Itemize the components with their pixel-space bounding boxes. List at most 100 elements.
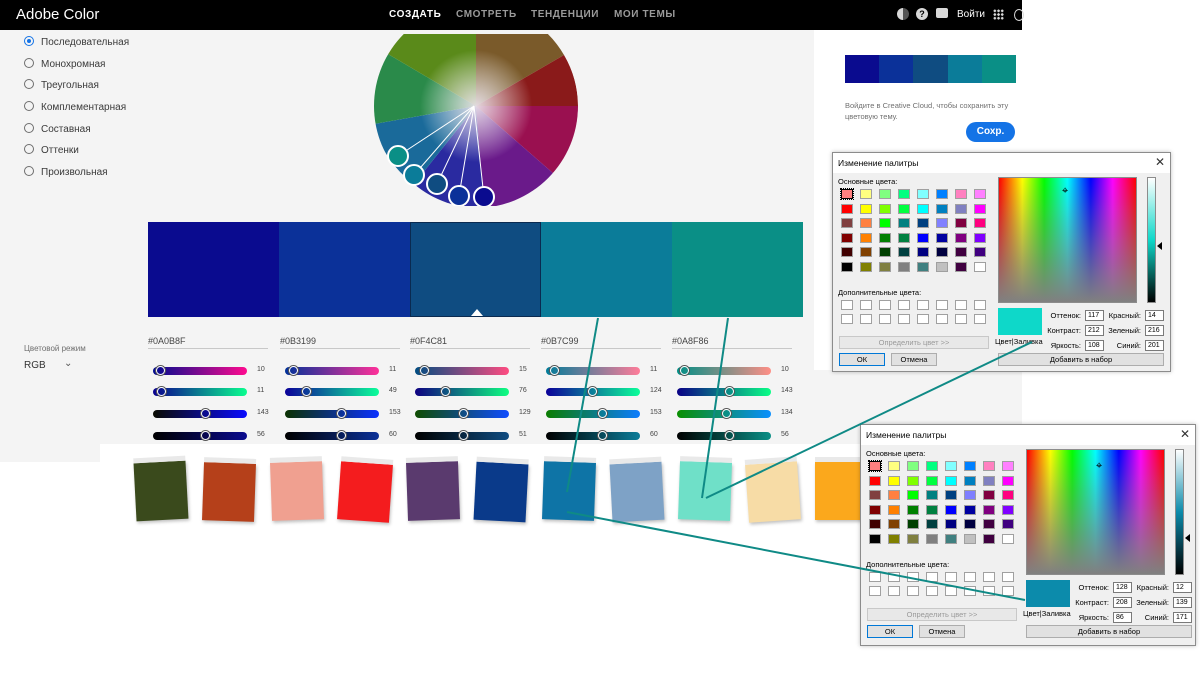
basic-color-cell[interactable] — [879, 189, 891, 199]
red-field[interactable]: 12 — [1173, 582, 1192, 593]
basic-color-cell[interactable] — [879, 203, 891, 214]
slider-knob[interactable] — [458, 409, 468, 418]
green-field[interactable]: 139 — [1173, 597, 1192, 608]
luminance-bar[interactable] — [1147, 177, 1156, 303]
channel-value[interactable]: 153 — [389, 409, 401, 416]
basic-color-cell[interactable] — [926, 461, 938, 471]
basic-color-cell[interactable] — [888, 519, 900, 529]
basic-color-cell[interactable] — [860, 218, 872, 228]
custom-color-cell[interactable] — [974, 300, 986, 310]
apps-grid-icon[interactable] — [993, 9, 1004, 20]
rule-analogous[interactable]: Последовательная — [24, 36, 129, 48]
rule-shades[interactable]: Оттенки — [24, 144, 79, 156]
custom-color-cell[interactable] — [907, 572, 919, 582]
blue-field[interactable]: 201 — [1145, 340, 1164, 351]
wheel-handle[interactable] — [473, 186, 495, 206]
basic-color-cell[interactable] — [1002, 504, 1014, 515]
rule-monochromatic[interactable]: Монохромная — [24, 58, 105, 70]
rule-custom[interactable]: Произвольная — [24, 166, 108, 178]
channel-slider[interactable] — [285, 387, 379, 396]
color-wheel[interactable] — [374, 34, 578, 206]
tab-trends[interactable]: ТЕНДЕНЦИИ — [531, 9, 599, 20]
basic-color-cell[interactable] — [898, 189, 910, 199]
basic-color-cell[interactable] — [936, 247, 948, 257]
channel-value[interactable]: 143 — [257, 409, 269, 416]
basic-color-cell[interactable] — [907, 504, 919, 515]
slider-knob[interactable] — [336, 409, 346, 418]
basic-color-cell[interactable] — [860, 261, 872, 272]
custom-color-cell[interactable] — [936, 314, 948, 324]
channel-slider[interactable] — [153, 366, 247, 375]
slider-knob[interactable] — [597, 431, 607, 440]
custom-color-cell[interactable] — [888, 586, 900, 596]
basic-color-cell[interactable] — [907, 475, 919, 486]
channel-value[interactable]: 124 — [650, 387, 662, 394]
color-mode-select[interactable]: RGB — [24, 360, 46, 371]
custom-color-cell[interactable] — [860, 314, 872, 324]
channel-slider[interactable] — [677, 431, 771, 440]
custom-color-cell[interactable] — [926, 572, 938, 582]
custom-color-cell[interactable] — [860, 300, 872, 310]
color-swatch[interactable] — [279, 222, 410, 317]
basic-color-cell[interactable] — [945, 519, 957, 529]
basic-color-cell[interactable] — [898, 232, 910, 243]
basic-color-cell[interactable] — [955, 232, 967, 243]
channel-value[interactable]: 51 — [519, 431, 527, 438]
channel-slider[interactable] — [285, 366, 379, 375]
channel-value[interactable]: 11 — [389, 366, 396, 373]
basic-color-cell[interactable] — [964, 504, 976, 515]
basic-color-cell[interactable] — [926, 475, 938, 486]
basic-color-cell[interactable] — [926, 504, 938, 515]
channel-value[interactable]: 49 — [389, 387, 397, 394]
chevron-down-icon[interactable]: ⌄ — [64, 358, 72, 369]
hex-code[interactable]: #0B7C99 — [541, 336, 579, 346]
basic-color-cell[interactable] — [945, 490, 957, 500]
slider-knob[interactable] — [156, 366, 166, 375]
basic-color-cell[interactable] — [955, 261, 967, 272]
tab-explore[interactable]: СМОТРЕТЬ — [456, 9, 517, 20]
basic-color-cell[interactable] — [964, 490, 976, 500]
slider-knob[interactable] — [549, 366, 559, 375]
basic-color-cell[interactable] — [936, 218, 948, 228]
slider-knob[interactable] — [722, 409, 732, 418]
basic-color-cell[interactable] — [840, 188, 854, 200]
basic-color-cell[interactable] — [983, 461, 995, 471]
custom-color-cell[interactable] — [841, 300, 853, 310]
basic-color-cell[interactable] — [945, 533, 957, 544]
basic-color-cell[interactable] — [888, 490, 900, 500]
basic-color-cell[interactable] — [1002, 461, 1014, 471]
basic-color-cell[interactable] — [888, 533, 900, 544]
basic-color-cell[interactable] — [955, 218, 967, 228]
app-brand[interactable]: Adobe Color — [16, 6, 99, 23]
hex-code[interactable]: #0A8F86 — [672, 336, 709, 346]
custom-color-cell[interactable] — [945, 586, 957, 596]
tab-my-themes[interactable]: МОИ ТЕМЫ — [614, 9, 676, 20]
wheel-handle[interactable] — [448, 185, 470, 206]
channel-slider[interactable] — [677, 387, 771, 396]
basic-color-cell[interactable] — [860, 189, 872, 199]
basic-color-cell[interactable] — [917, 261, 929, 272]
basic-color-cell[interactable] — [955, 247, 967, 257]
basic-color-cell[interactable] — [917, 189, 929, 199]
radio-icon[interactable] — [24, 123, 34, 134]
tab-create[interactable]: СОЗДАТЬ — [389, 9, 441, 20]
basic-color-cell[interactable] — [841, 261, 853, 272]
slider-knob[interactable] — [725, 387, 735, 396]
basic-color-cell[interactable] — [869, 504, 881, 515]
custom-color-cell[interactable] — [955, 314, 967, 324]
custom-color-cell[interactable] — [869, 572, 881, 582]
basic-color-cell[interactable] — [974, 232, 986, 243]
basic-color-cell[interactable] — [964, 475, 976, 486]
custom-color-cell[interactable] — [1002, 572, 1014, 582]
basic-color-cell[interactable] — [926, 519, 938, 529]
channel-value[interactable]: 15 — [519, 366, 527, 373]
channel-slider[interactable] — [153, 431, 247, 440]
signin-link[interactable]: Войти — [957, 9, 985, 20]
basic-color-cell[interactable] — [983, 504, 995, 515]
save-button[interactable]: Сохр. — [966, 122, 1015, 142]
basic-color-cell[interactable] — [983, 490, 995, 500]
channel-value[interactable]: 11 — [650, 366, 657, 373]
custom-color-cell[interactable] — [955, 300, 967, 310]
custom-color-cell[interactable] — [945, 572, 957, 582]
custom-color-cell[interactable] — [964, 586, 976, 596]
